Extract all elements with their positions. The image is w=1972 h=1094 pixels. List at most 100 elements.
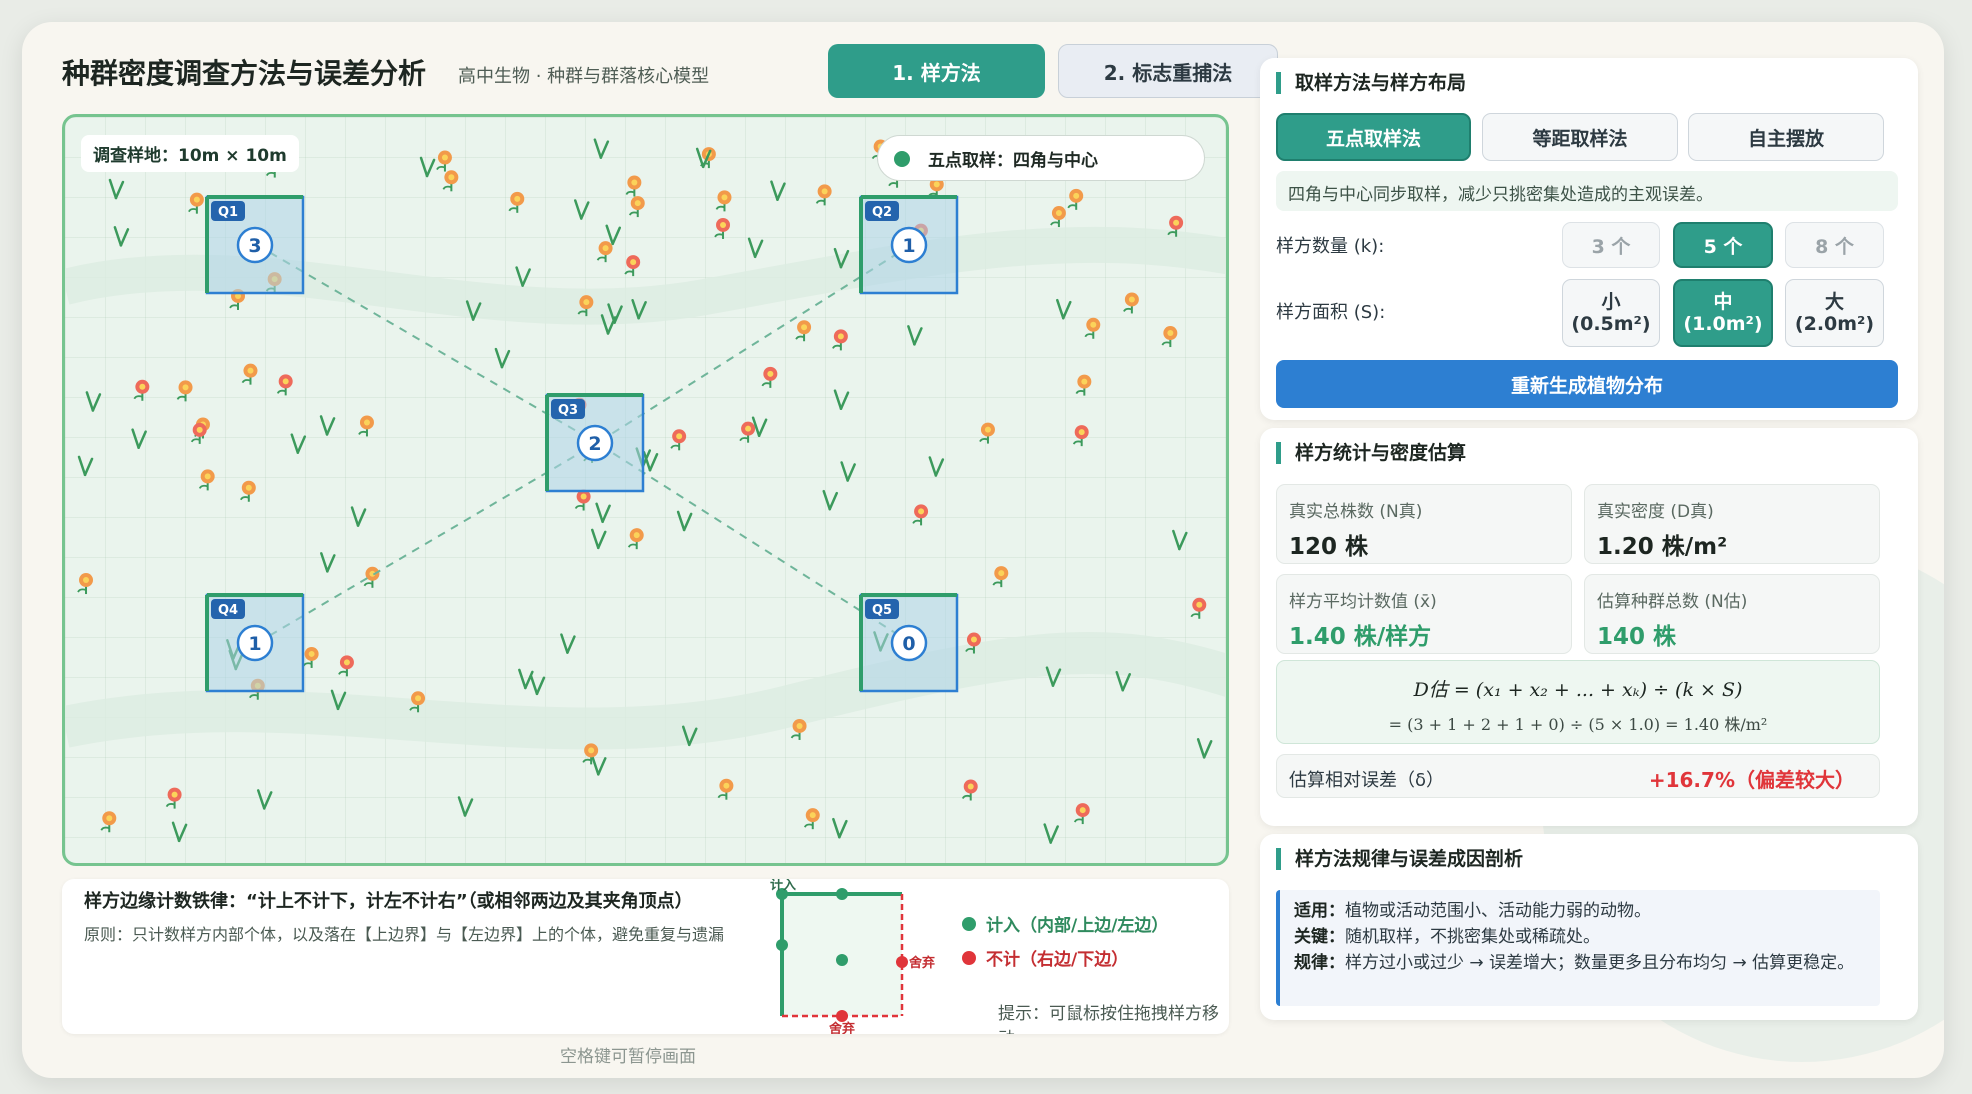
formula-line-2: = (3 + 1 + 2 + 1 + 0) ÷ (5 × 1.0) = 1.40… (1388, 715, 1768, 734)
quadrat-count-3-button[interactable]: 3 个 (1562, 222, 1660, 268)
legend-count-out: 不计（右边/下边） (962, 945, 1128, 970)
grass-plant (494, 347, 511, 369)
est-total-card: 估算种群总数 (N估) 140 株 (1584, 574, 1880, 654)
flower-plant (803, 808, 820, 830)
grass-plant (833, 389, 850, 410)
quadrat-count-label: 3 (248, 235, 261, 257)
sampling-mode-label: 五点取样：四角与中心 (928, 150, 1098, 171)
quadrat-q3[interactable]: Q3 2 (545, 393, 645, 493)
flower-plant (133, 379, 150, 401)
density-formula: D估 = (x₁ + x₂ + ... + xₖ) ÷ (k × S) = (3… (1276, 660, 1880, 744)
legend-count-in-label: 计入（内部/上边/左边） (986, 916, 1169, 936)
grass-plant (560, 633, 576, 654)
grass-plant (591, 755, 607, 776)
flower-plant (442, 170, 459, 192)
est-total-label: 估算种群总数 (N估) (1597, 592, 1748, 612)
area-medium-button[interactable]: 中 (1.0m²) (1673, 279, 1773, 347)
quadrat-q2[interactable]: Q2 1 (859, 195, 959, 295)
flower-plant (508, 191, 525, 213)
flower-plant (77, 573, 94, 595)
grass-plant (320, 552, 336, 573)
tab-mark-recapture[interactable]: 2. 标志重捕法 (1058, 44, 1278, 98)
tab-quadrat-method[interactable]: 1. 样方法 (828, 44, 1045, 98)
quadrat-q5[interactable]: Q5 0 (859, 593, 959, 693)
flower-plant (1050, 206, 1066, 228)
grass-plant (574, 199, 590, 220)
mode-dot-icon (894, 151, 910, 167)
stats-panel-title: 样方统计与密度估算 (1276, 442, 1466, 464)
flower-plant (436, 150, 452, 172)
grass-plant (457, 796, 474, 817)
area-large-button[interactable]: 大 (2.0m²) (1785, 279, 1884, 347)
grass-plant (605, 224, 621, 246)
grass-plant (747, 237, 764, 259)
grass-plant (770, 180, 786, 201)
grass-plant (290, 433, 307, 454)
grass-plant (515, 266, 531, 287)
flower-plant (1161, 326, 1178, 348)
quadrat-count-8-button[interactable]: 8 个 (1785, 222, 1884, 268)
true-total-value: 120 株 (1289, 534, 1369, 560)
pause-hint: 空格键可暂停画面 (560, 1047, 696, 1067)
grass-plant (1172, 529, 1188, 551)
grass-plant (593, 138, 610, 159)
grass-plant (108, 178, 125, 200)
mean-count-card: 样方平均计数值 (x̄) 1.40 株/样方 (1276, 574, 1572, 654)
quadrat-count-5-button[interactable]: 5 个 (1673, 222, 1773, 268)
grass-plant (419, 156, 436, 178)
discard-bottom-tag: 舍弃 (829, 1021, 855, 1034)
grass-plant (1043, 823, 1059, 844)
flower-plant (627, 528, 644, 550)
grass-plant (1196, 738, 1213, 759)
flower-plant (790, 718, 807, 740)
quadrat-count-label: 2 (588, 433, 601, 455)
app-window: 种群密度调查方法与误差分析 高中生物 · 种群与群落核心模型 1. 样方法 2.… (22, 22, 1944, 1078)
count-in-tag: 计入 (770, 879, 796, 893)
flower-plant (624, 255, 641, 277)
flower-plant (358, 415, 374, 437)
flower-plant (276, 374, 293, 396)
area-large-name: 大 (1824, 291, 1844, 313)
flower-plant (302, 646, 319, 668)
quadrat-id-label: Q1 (218, 205, 238, 220)
flower-plant (165, 787, 182, 809)
quadrat-id-label: Q2 (872, 205, 892, 220)
relative-error-label: 估算相对误差（δ） (1289, 770, 1445, 791)
area-large-size: (2.0m²) (1794, 313, 1875, 335)
area-small-button[interactable]: 小 (0.5m²) (1562, 279, 1660, 347)
page-subtitle: 高中生物 · 种群与群落核心模型 (458, 66, 710, 87)
true-density-value: 1.20 株/m² (1597, 534, 1728, 560)
survey-field[interactable]: Q1 3 Q2 1 Q3 2 Q4 1 Q5 0 调查样地：10m × 10m 五点取样：四角与中… (62, 114, 1229, 866)
area-small-size: (0.5m²) (1571, 313, 1651, 335)
flower-plant (574, 489, 591, 511)
flower-plant (1075, 374, 1092, 396)
flower-plant (795, 320, 812, 342)
flower-plant (176, 380, 193, 402)
quadrat-q4[interactable]: Q4 1 (205, 593, 305, 693)
method-equidistant-button[interactable]: 等距取样法 (1482, 113, 1678, 161)
method-manual-button[interactable]: 自主摆放 (1688, 113, 1884, 161)
flower-plant (100, 811, 117, 833)
grass-plant (832, 817, 848, 839)
rule-pattern: 规律：样方过小或过少 → 误差增大；数量更多且分布均匀 → 估算更稳定。 (1294, 953, 1855, 973)
grass-plant (256, 789, 273, 810)
analysis-panel: 样方法规律与误差成因剖析 适用：植物或活动范围小、活动能力弱的动物。 关键：随机… (1260, 834, 1918, 1020)
regenerate-plants-button[interactable]: 重新生成植物分布 (1276, 360, 1898, 408)
grass-plant (529, 674, 546, 696)
method-five-point-button[interactable]: 五点取样法 (1276, 113, 1471, 161)
relative-error-row: 估算相对误差（δ） +16.7%（偏差较大） (1276, 754, 1880, 798)
grass-plant (113, 226, 130, 247)
quadrat-count-label: 0 (902, 633, 915, 655)
sampling-panel: 取样方法与样方布局 五点取样法 等距取样法 自主摆放 四角与中心同步取样，减少只… (1260, 58, 1918, 420)
true-density-label: 真实密度 (D真) (1597, 502, 1714, 522)
flower-plant (625, 175, 642, 197)
red-dot-icon (962, 950, 976, 965)
mean-count-value: 1.40 株/样方 (1289, 624, 1432, 650)
grass-plant (595, 502, 611, 524)
quadrat-q1[interactable]: Q1 3 (205, 195, 305, 295)
flower-plant (198, 469, 215, 491)
grass-plant (350, 506, 367, 527)
flower-plant (815, 184, 832, 206)
quadrat-id-label: Q4 (218, 603, 238, 618)
flower-plant (1072, 425, 1089, 447)
